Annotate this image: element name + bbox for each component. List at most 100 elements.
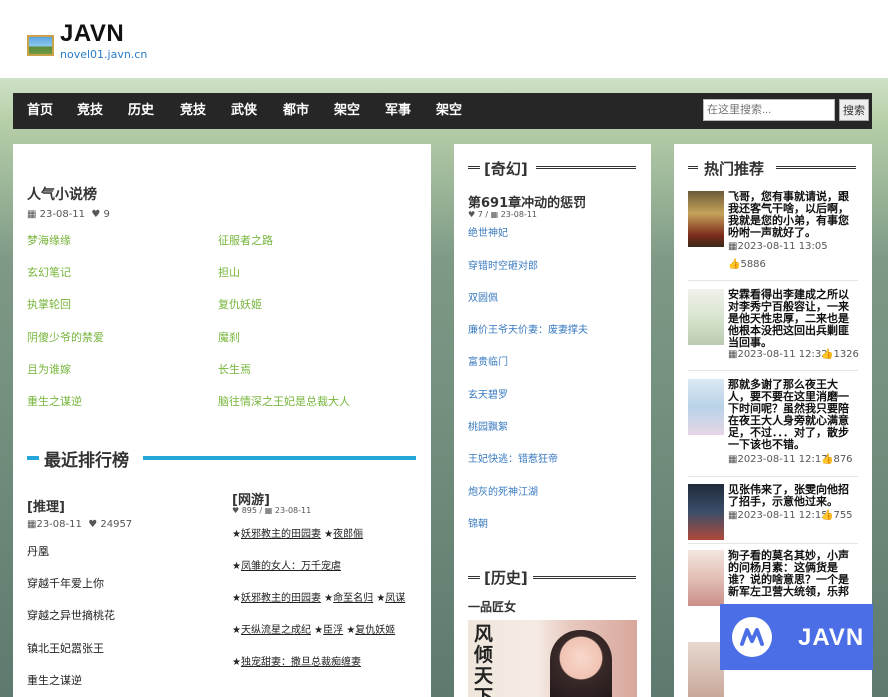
popular-link[interactable]: 征服者之路: [218, 232, 273, 248]
hot-item-title[interactable]: 见张伟来了，张雯向他招了招手，示意他过来。: [728, 484, 852, 508]
tag-row: ★妖邪教主的田园妻 ★夜郎俪: [232, 525, 363, 540]
section-divider: [27, 456, 39, 460]
section-divider: [468, 166, 480, 169]
qiji-link[interactable]: 穿错时空砸对郎: [468, 257, 538, 272]
ranking-item[interactable]: 镇北王妃嚣张王: [27, 640, 104, 656]
nav-item-history[interactable]: 历史: [128, 93, 154, 129]
popular-title[interactable]: 人气小说榜: [27, 184, 97, 204]
search-button[interactable]: 搜索: [839, 99, 869, 121]
hot-item-likes-value: 755: [833, 510, 853, 521]
thumbs-up-icon: 👍: [821, 454, 834, 465]
history-book-title[interactable]: 一品匠女: [468, 598, 516, 615]
tag-link[interactable]: 凤谋: [385, 593, 405, 604]
ranking-item[interactable]: 重生之谋逆: [27, 672, 82, 688]
calendar-icon: ▦: [490, 210, 499, 219]
nav-item-home[interactable]: 首页: [27, 93, 53, 129]
tag-row: ★天纵流星之成纪 ★臣浮 ★复仇妖姬: [232, 621, 395, 636]
nav-item-urban[interactable]: 都市: [283, 93, 309, 129]
hot-item-likes-value: 1326: [833, 349, 859, 360]
qiji-link[interactable]: 绝世神妃: [468, 224, 508, 239]
qiji-meta: ♥ 7 / ▦ 23-08-11: [468, 210, 538, 219]
nav-item-competitive-2[interactable]: 竞技: [180, 93, 206, 129]
tag-link[interactable]: 凤雏的女人：万千宠虐: [241, 561, 341, 572]
recent-left-meta: ▦23-08-11 ♥ 24957: [27, 519, 132, 530]
qiji-link[interactable]: 炮灰的死神江湖: [468, 483, 538, 498]
recent-category-left[interactable]: [推理]: [27, 496, 65, 515]
section-divider: [688, 166, 698, 169]
popular-link[interactable]: 梦海缘缘: [27, 232, 71, 248]
calendar-icon: ▦: [264, 506, 273, 515]
history-cover-image[interactable]: 风倾天下: [468, 620, 637, 697]
star-icon: ★: [376, 593, 386, 604]
section-divider: [776, 166, 856, 169]
badge-text: JAVN: [798, 624, 865, 651]
hot-item-likes: 👍876: [821, 454, 853, 465]
middle-column: [奇幻] 第691章冲动的惩罚 ♥ 7 / ▦ 23-08-11 绝世神妃 穿错…: [454, 144, 651, 697]
site-logo-icon[interactable]: [27, 35, 54, 56]
tag-link[interactable]: 妖邪教主的田园妻: [241, 529, 321, 540]
divider: [688, 543, 858, 544]
qiji-link[interactable]: 锦朝: [468, 515, 488, 530]
tag-link[interactable]: 独宠甜妻：撒旦总裁痴缠妻: [241, 657, 361, 668]
popular-link[interactable]: 阴傻少爷的禁爱: [27, 329, 104, 345]
hot-item-title[interactable]: 安霖看得出李建成之所以对李秀宁百般容让，一来是他天性忠厚，二来也是他根本没把这回…: [728, 289, 852, 349]
popular-link[interactable]: 担山: [218, 264, 240, 280]
hot-item-title[interactable]: 那就多谢了那么夜王大人，要不要在这里消磨一下时间呢？虽然我只要陪在夜王大人身旁就…: [728, 379, 852, 451]
site-title[interactable]: JAVN: [60, 20, 124, 48]
star-icon: ★: [232, 625, 241, 636]
hot-item-title[interactable]: 狗子看的莫名其妙，小声的问杨月素：这俩货是谁？说的啥意思？一个是新军左卫营大统领…: [728, 550, 852, 598]
nav-item-competitive[interactable]: 竞技: [77, 93, 103, 129]
hot-item-date: 2023-08-11 13:05: [737, 241, 828, 252]
qiji-link[interactable]: 玄天碧罗: [468, 386, 508, 401]
tag-link[interactable]: 命至名归: [333, 593, 373, 604]
popular-link[interactable]: 玄幻笔记: [27, 264, 71, 280]
qiji-link[interactable]: 桃园飘絮: [468, 418, 508, 433]
hot-thumbnail[interactable]: [688, 289, 724, 345]
star-icon: ★: [232, 561, 241, 572]
calendar-icon: ▦: [27, 209, 37, 220]
ranking-item[interactable]: 穿越千年爱上你: [27, 575, 104, 591]
hot-thumbnail[interactable]: [688, 484, 724, 540]
tag-link[interactable]: 臣浮: [323, 625, 343, 636]
qiji-article-title[interactable]: 第691章冲动的惩罚: [468, 192, 586, 211]
site-url[interactable]: novel01.javn.cn: [60, 48, 147, 61]
search-input[interactable]: [703, 99, 835, 121]
popular-meta: ▦ 23-08-11 ♥ 9: [27, 209, 110, 220]
thumbs-up-icon: 👍: [821, 510, 834, 521]
popular-link[interactable]: 执掌轮回: [27, 296, 71, 312]
cover-figure: [550, 630, 612, 697]
popular-link[interactable]: 且为谁嫁: [27, 361, 71, 377]
left-column: 人气小说榜 ▦ 23-08-11 ♥ 9 梦海缘缘 征服者之路 玄幻笔记 担山 …: [13, 144, 431, 697]
ranking-item[interactable]: 穿越之异世摘桃花: [27, 607, 115, 623]
hot-item-title[interactable]: 飞哥，您有事就请说，跟我还客气干啥，以后啊，我就是您的小弟，有事您吩咐一声就好了…: [728, 191, 852, 239]
qiji-link[interactable]: 王妃快逃：错惹狂帝: [468, 450, 558, 465]
popular-link[interactable]: 复仇妖姬: [218, 296, 262, 312]
popular-link[interactable]: 脑往情深之王妃是总裁大人: [218, 393, 350, 409]
divider: [688, 370, 858, 371]
tag-link[interactable]: 夜郎俪: [333, 529, 363, 540]
ranking-item[interactable]: 丹凰: [27, 543, 49, 559]
popular-link[interactable]: 魔刹: [218, 329, 240, 345]
nav-item-fantasy[interactable]: 架空: [334, 93, 360, 129]
nav-item-wuxia[interactable]: 武侠: [231, 93, 257, 129]
nav-item-fantasy-2[interactable]: 架空: [436, 93, 462, 129]
hot-thumbnail[interactable]: [688, 550, 724, 606]
qiji-link[interactable]: 廉价王爷天价妻：废妻撑夫: [468, 321, 588, 336]
tag-link[interactable]: 复仇妖姬: [355, 625, 395, 636]
tag-row: ★妖邪教主的田园妻 ★命至名归 ★凤谋: [232, 589, 405, 604]
hot-thumbnail[interactable]: [688, 642, 724, 697]
popular-link[interactable]: 重生之谋逆: [27, 393, 82, 409]
tag-link[interactable]: 妖邪教主的田园妻: [241, 593, 321, 604]
hot-thumbnail[interactable]: [688, 191, 724, 247]
qiji-link[interactable]: 富贵临门: [468, 353, 508, 368]
popular-link[interactable]: 长生焉: [218, 361, 251, 377]
qiji-link[interactable]: 双圆佩: [468, 289, 498, 304]
javn-badge[interactable]: JAVN: [720, 604, 873, 670]
nav-item-military[interactable]: 军事: [385, 93, 411, 129]
tag-link[interactable]: 天纵流星之成纪: [241, 625, 311, 636]
star-icon: ★: [324, 593, 334, 604]
hot-thumbnail[interactable]: [688, 379, 724, 435]
hot-title: 热门推荐: [704, 160, 765, 178]
thumbs-up-icon: 👍: [728, 259, 741, 270]
hot-item-likes-value: 5886: [740, 259, 766, 270]
